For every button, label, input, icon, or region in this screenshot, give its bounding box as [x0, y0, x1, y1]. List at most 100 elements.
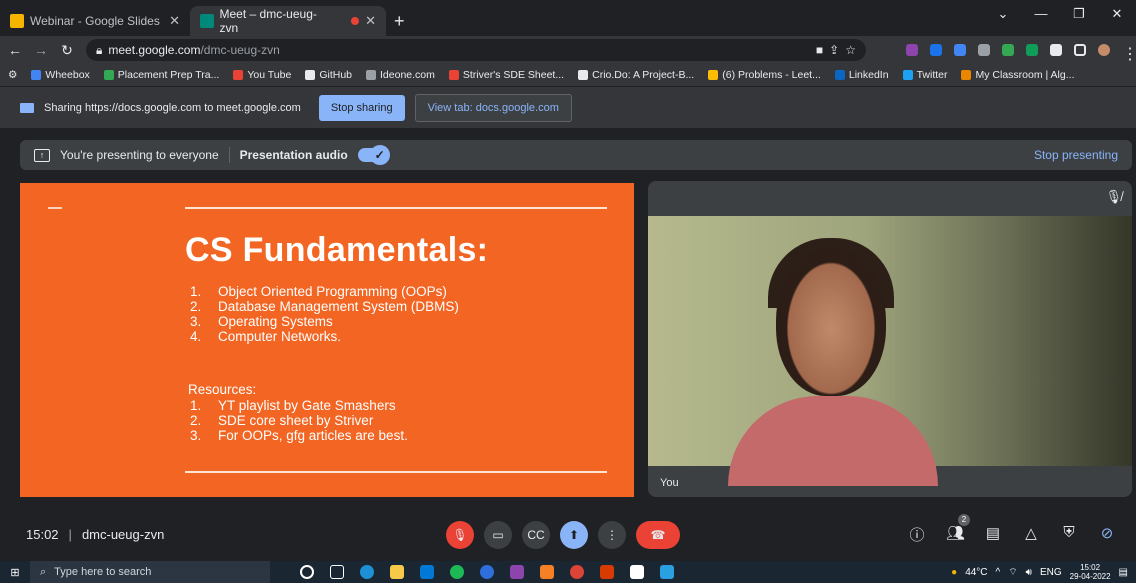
app-icon[interactable]	[480, 565, 494, 579]
extension-icon[interactable]	[978, 44, 990, 56]
mic-off-icon: 🎙︎̸	[1105, 189, 1122, 204]
tab-google-meet[interactable]: Meet – dmc-ueug-zvn ✕	[190, 6, 386, 36]
bookmark-item[interactable]: Wheebox	[31, 69, 90, 81]
back-icon[interactable]: ←	[8, 42, 22, 58]
slide-title: CS Fundamentals:	[185, 231, 489, 269]
extension-icon[interactable]	[930, 44, 942, 56]
more-options-button[interactable]: ⋮	[598, 520, 626, 549]
weather-temp[interactable]: 44°C	[965, 567, 987, 578]
stop-sharing-button[interactable]: Stop sharing	[318, 94, 405, 121]
clock[interactable]: 15:02 29-04-2022	[1070, 563, 1111, 581]
resource-list: YT playlist by Gate SmashersSDE core she…	[190, 398, 408, 443]
list-item: Operating Systems	[190, 314, 459, 329]
extension-icon[interactable]	[1026, 44, 1038, 56]
meeting-details-icon[interactable]: ⓘ	[908, 524, 926, 545]
notifications-icon[interactable]: ▤	[1119, 567, 1128, 578]
menu-icon[interactable]: ⋮	[1122, 44, 1136, 63]
companion-icon[interactable]: ⊘	[1098, 524, 1116, 545]
system-tray: ● 44°C ^ ⌔ 🔊︎ ENG 15:02 29-04-2022 ▤	[951, 563, 1136, 581]
tab-search-icon[interactable]: ⌄	[984, 0, 1022, 30]
close-tab-icon[interactable]: ✕	[169, 13, 180, 29]
list-item: SDE core sheet by Striver	[190, 413, 408, 428]
stop-presenting-button[interactable]: Stop presenting	[1034, 148, 1118, 162]
chrome-icon[interactable]	[570, 565, 584, 579]
file-explorer-icon[interactable]	[390, 565, 404, 579]
leave-call-button[interactable]: ☎	[636, 520, 680, 549]
view-tab-button[interactable]: View tab: docs.google.com	[414, 93, 572, 122]
apps-icon[interactable]: ⚙	[8, 69, 17, 81]
self-video-tile[interactable]: 🎙︎̸ You	[648, 181, 1132, 497]
extension-icon[interactable]	[906, 44, 918, 56]
profile-avatar[interactable]	[1098, 44, 1110, 56]
bookmark-item[interactable]: Ideone.com	[366, 69, 435, 81]
sublime-icon[interactable]	[540, 565, 554, 579]
bookmark-item[interactable]: GitHub	[305, 69, 352, 81]
minimize-button[interactable]: —	[1022, 0, 1060, 30]
captions-button[interactable]: CC	[522, 520, 550, 549]
sharing-infobar: Sharing https://docs.google.com to meet.…	[0, 86, 1136, 128]
close-tab-icon[interactable]: ✕	[365, 13, 376, 29]
taskbar-search[interactable]: ⌕ Type here to search	[30, 561, 270, 583]
new-tab-button[interactable]: +	[394, 6, 405, 36]
camera-in-use-icon[interactable]: ■	[816, 43, 823, 57]
bookmark-item[interactable]: Striver's SDE Sheet...	[448, 69, 565, 81]
present-button[interactable]: ⬆	[560, 520, 588, 549]
windows-taskbar: ⊞ ⌕ Type here to search ● 44°C ^ ⌔ 🔊︎ EN…	[0, 561, 1136, 583]
extension-icon[interactable]	[954, 44, 966, 56]
topic-list: Object Oriented Programming (OOPs)Databa…	[190, 284, 459, 344]
bookmark-item[interactable]: Crio.Do: A Project-B...	[578, 69, 694, 81]
bookmark-star-icon[interactable]: ☆	[845, 43, 856, 57]
sharing-message: Sharing https://docs.google.com to meet.…	[44, 101, 301, 114]
photos-icon[interactable]	[660, 565, 674, 579]
bookmark-favicon-icon	[366, 70, 377, 80]
puzzle-icon[interactable]	[1050, 44, 1062, 56]
windows-start-icon[interactable]: ⊞	[0, 566, 30, 579]
language-indicator[interactable]: ENG	[1040, 567, 1062, 578]
presenting-message: You're presenting to everyone	[60, 148, 219, 162]
chat-icon[interactable]: ▤	[984, 524, 1002, 545]
list-item: Object Oriented Programming (OOPs)	[190, 284, 459, 299]
bookmark-favicon-icon	[578, 70, 589, 80]
forward-icon[interactable]: →	[34, 42, 48, 58]
divider	[228, 147, 230, 163]
extension-icon[interactable]	[1002, 44, 1014, 56]
restore-button[interactable]: ❐	[1060, 0, 1098, 30]
camera-toggle-button[interactable]: ▭	[484, 520, 512, 549]
mic-toggle-button[interactable]: 🎙︎	[446, 520, 474, 549]
bookmark-label: Striver's SDE Sheet...	[462, 69, 565, 81]
task-view-icon[interactable]	[330, 565, 344, 579]
notion-icon[interactable]	[630, 565, 644, 579]
bookmark-item[interactable]: (6) Problems - Leet...	[708, 69, 821, 81]
bookmark-item[interactable]: You Tube	[233, 69, 291, 81]
side-panel-icon[interactable]	[1074, 44, 1086, 56]
tray-expand-icon[interactable]: ^	[996, 567, 1001, 578]
bookmark-favicon-icon	[708, 70, 719, 80]
address-bar[interactable]: 🔒︎ meet.google.com/dmc-ueug-zvn ■ ⇪ ☆	[86, 39, 866, 61]
network-icon[interactable]: ⌔	[1008, 566, 1017, 579]
spotify-icon[interactable]	[450, 565, 464, 579]
bookmark-favicon-icon	[305, 70, 316, 80]
activities-icon[interactable]: △	[1022, 524, 1040, 545]
office-icon[interactable]	[600, 565, 614, 579]
people-icon[interactable]: 👥︎ 2	[946, 514, 970, 545]
reload-icon[interactable]: ↻	[60, 42, 74, 59]
presentation-audio-toggle[interactable]	[357, 145, 390, 165]
cortana-icon[interactable]	[300, 565, 314, 579]
mail-icon[interactable]	[420, 565, 434, 579]
tab-google-slides[interactable]: Webinar - Google Slides ✕	[0, 6, 190, 36]
close-window-button[interactable]: ✕	[1098, 0, 1136, 30]
tab-title: Meet – dmc-ueug-zvn	[219, 7, 317, 35]
pinned-apps	[300, 565, 674, 579]
host-controls-icon[interactable]: ⛨	[1060, 524, 1078, 545]
share-icon[interactable]: ⇪	[829, 43, 839, 57]
bookmark-item[interactable]: Placement Prep Tra...	[103, 69, 219, 81]
bookmark-item[interactable]: My Classroom | Alg...	[961, 69, 1075, 81]
bookmark-label: Twitter	[916, 69, 948, 81]
bookmark-item[interactable]: LinkedIn	[834, 69, 889, 81]
volume-icon[interactable]: 🔊︎	[1026, 567, 1032, 578]
app-icon[interactable]	[510, 565, 524, 579]
bookmark-favicon-icon	[834, 70, 845, 80]
slide-rule-top	[185, 207, 607, 209]
bookmark-item[interactable]: Twitter	[902, 69, 948, 81]
edge-icon[interactable]	[360, 565, 374, 579]
